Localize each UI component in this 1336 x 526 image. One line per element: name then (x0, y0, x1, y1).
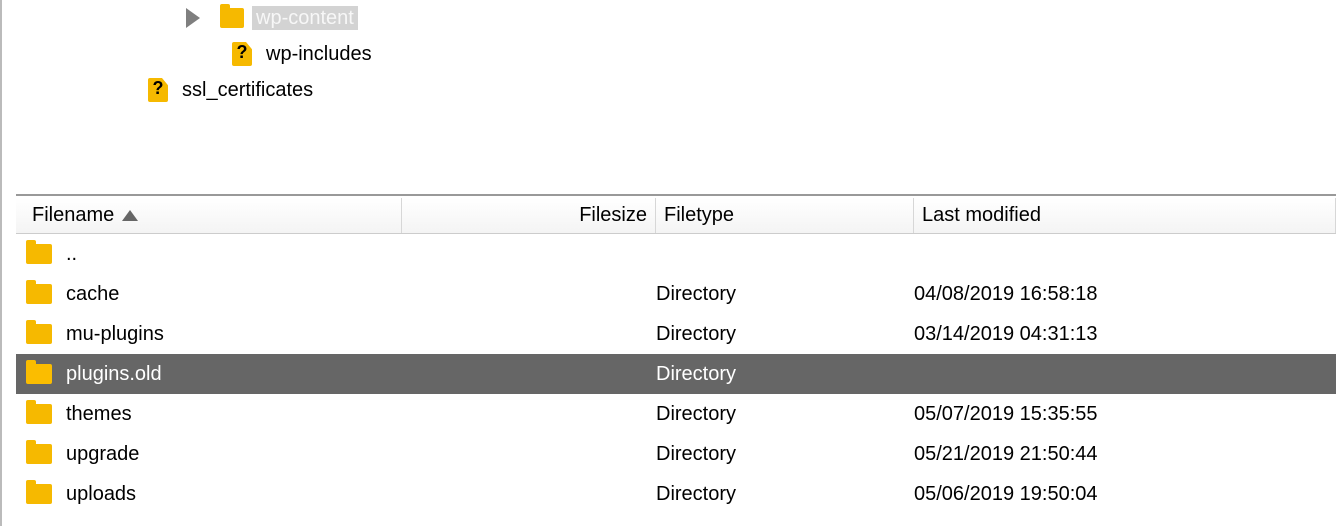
folder-icon (26, 404, 52, 424)
tree-item-wp-includes[interactable]: wp-includes (16, 36, 376, 72)
filetype-label: Directory (648, 283, 906, 306)
folder-icon (26, 444, 52, 464)
tree-item-label: ssl_certificates (178, 78, 317, 102)
header-filetype[interactable]: Filetype (656, 198, 914, 233)
filetype-label: Directory (648, 363, 906, 386)
filename-label: mu-plugins (66, 323, 164, 346)
folder-icon (26, 484, 52, 504)
filetype-label: Directory (648, 483, 906, 506)
folder-icon (26, 244, 52, 264)
column-headers: Filename Filesize Filetype Last modified (16, 198, 1336, 234)
list-item[interactable]: mu-plugins Directory 03/14/2019 04:31:13 (16, 314, 1336, 354)
chevron-right-icon[interactable] (186, 8, 200, 28)
file-list-pane: Filename Filesize Filetype Last modified… (16, 196, 1336, 526)
tree-item-wp-content[interactable]: wp-content (16, 0, 376, 36)
tree-item-ssl-certificates[interactable]: ssl_certificates (16, 72, 376, 108)
modified-label: 03/14/2019 04:31:13 (906, 323, 1336, 346)
filename-label: upgrade (66, 443, 139, 466)
folder-icon (26, 284, 52, 304)
list-item[interactable]: themes Directory 05/07/2019 15:35:55 (16, 394, 1336, 434)
header-label: Last modified (922, 204, 1041, 227)
modified-label: 05/07/2019 15:35:55 (906, 403, 1336, 426)
modified-label: 05/21/2019 21:50:44 (906, 443, 1336, 466)
header-filename[interactable]: Filename (24, 198, 402, 233)
filetype-label: Directory (648, 323, 906, 346)
tree-item-label: wp-content (252, 6, 358, 30)
header-label: Filesize (579, 204, 647, 227)
filename-label: uploads (66, 483, 136, 506)
unknown-file-icon (146, 80, 170, 100)
header-label: Filename (32, 204, 114, 227)
list-item[interactable]: uploads Directory 05/06/2019 19:50:04 (16, 474, 1336, 514)
modified-label: 05/06/2019 19:50:04 (906, 483, 1336, 506)
filename-label: .. (66, 243, 77, 266)
filename-label: plugins.old (66, 363, 162, 386)
folder-icon (26, 364, 52, 384)
folder-icon (220, 8, 244, 28)
header-label: Filetype (664, 204, 734, 227)
modified-label: 04/08/2019 16:58:18 (906, 283, 1336, 306)
filetype-label: Directory (648, 403, 906, 426)
sort-ascending-icon (122, 210, 138, 221)
folder-icon (26, 324, 52, 344)
list-item[interactable]: cache Directory 04/08/2019 16:58:18 (16, 274, 1336, 314)
header-last-modified[interactable]: Last modified (914, 198, 1336, 233)
unknown-file-icon (230, 44, 254, 64)
list-item[interactable]: plugins.old Directory (16, 354, 1336, 394)
list-item[interactable]: .. (16, 234, 1336, 274)
list-item[interactable]: upgrade Directory 05/21/2019 21:50:44 (16, 434, 1336, 474)
filename-label: cache (66, 283, 119, 306)
filename-label: themes (66, 403, 132, 426)
header-filesize[interactable]: Filesize (402, 198, 656, 233)
filetype-label: Directory (648, 443, 906, 466)
tree-item-label: wp-includes (262, 42, 376, 66)
folder-tree-pane: wp-content wp-includes ssl_certificates (16, 0, 1336, 196)
file-rows: .. cache Directory 04/08/2019 16:58:18 m… (16, 234, 1336, 526)
